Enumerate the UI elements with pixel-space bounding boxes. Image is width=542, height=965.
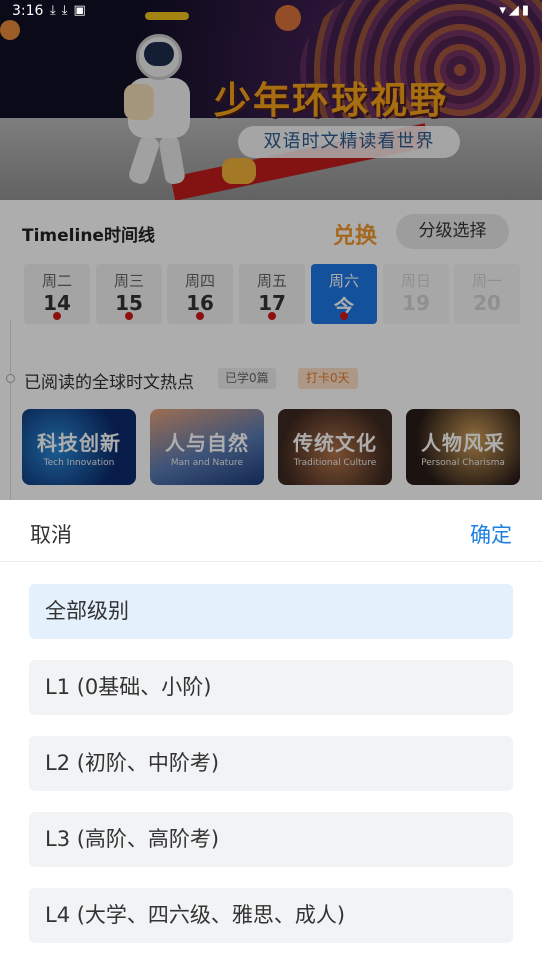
status-right-icons: ▾◢▮ bbox=[499, 3, 532, 18]
wifi-icon: ▾ bbox=[499, 3, 509, 18]
level-option-l4[interactable]: L4 (大学、四六级、雅思、成人) bbox=[29, 888, 513, 943]
sheet-header: 取消 确定 bbox=[0, 500, 542, 562]
level-option-all[interactable]: 全部级别 bbox=[29, 584, 513, 639]
app-icon: ▣ bbox=[73, 3, 92, 18]
level-option-l3[interactable]: L3 (高阶、高阶考) bbox=[29, 812, 513, 867]
status-bar: 3:16 ⤓⤓▣ ▾◢▮ bbox=[0, 0, 542, 24]
cancel-button[interactable]: 取消 bbox=[30, 519, 72, 549]
download-icon: ⤓ bbox=[61, 3, 74, 18]
status-left-icons: ⤓⤓▣ bbox=[50, 3, 92, 18]
modal-backdrop[interactable] bbox=[0, 0, 542, 500]
battery-icon: ▮ bbox=[521, 3, 532, 18]
level-option-l1[interactable]: L1 (0基础、小阶) bbox=[29, 660, 513, 715]
signal-icon: ◢ bbox=[508, 3, 522, 18]
confirm-button[interactable]: 确定 bbox=[470, 519, 512, 549]
status-time: 3:16 bbox=[12, 3, 44, 19]
level-picker-sheet: 取消 确定 全部级别 L1 (0基础、小阶) L2 (初阶、中阶考) L3 (高… bbox=[0, 500, 542, 965]
level-option-l2[interactable]: L2 (初阶、中阶考) bbox=[29, 736, 513, 791]
download-icon: ⤓ bbox=[50, 3, 62, 18]
